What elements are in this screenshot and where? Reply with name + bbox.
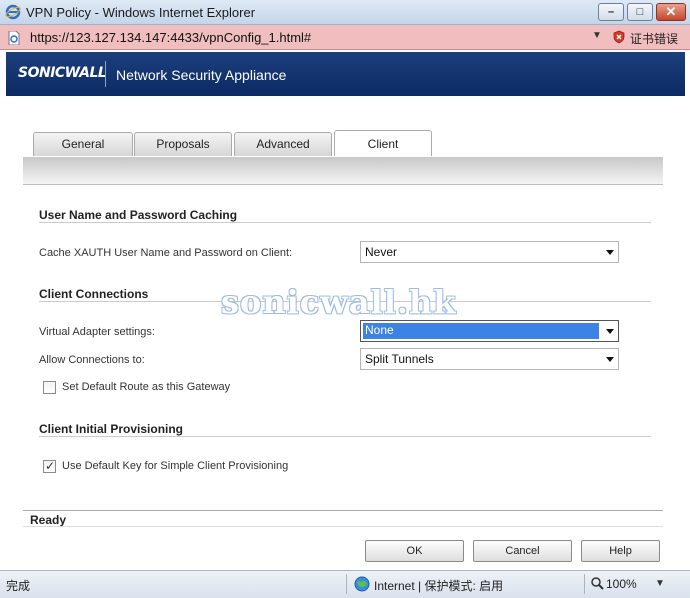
sonicwall-logo: SONICWALL <box>18 65 107 81</box>
default-route-label: Set Default Route as this Gateway <box>62 381 231 393</box>
security-zone: Internet | 保护模式: 启用 <box>374 579 504 593</box>
section-title-provisioning: Client Initial Provisioning <box>39 422 184 436</box>
page-icon <box>8 31 20 45</box>
maximize-button[interactable]: □ <box>627 3 653 21</box>
tab-general[interactable]: General <box>33 132 133 156</box>
window-title: VPN Policy - Windows Internet Explorer <box>26 5 256 20</box>
section-divider <box>39 436 651 437</box>
virtual-adapter-select[interactable]: None <box>360 320 619 342</box>
globe-icon <box>354 576 370 592</box>
section-title-connections: Client Connections <box>39 287 149 301</box>
ready-divider <box>23 510 663 511</box>
internet-explorer-icon <box>5 4 21 20</box>
zoom-level[interactable]: 100% <box>606 577 637 591</box>
cache-xauth-label: Cache XAUTH User Name and Password on Cl… <box>39 247 293 259</box>
zoom-dropdown-icon[interactable]: ▼ <box>655 578 665 589</box>
product-name: Network Security Appliance <box>116 67 287 83</box>
virtual-adapter-value: None <box>365 323 394 337</box>
app-header: SONICWALL Network Security Appliance <box>6 52 685 96</box>
close-icon: ✕ <box>665 4 677 19</box>
status-separator <box>346 574 347 594</box>
section-title-caching: User Name and Password Caching <box>39 208 238 222</box>
minimize-icon: – <box>607 6 615 18</box>
allow-connections-select[interactable]: Split Tunnels <box>360 348 619 370</box>
chevron-down-icon <box>606 357 614 362</box>
zoom-icon[interactable] <box>590 576 604 590</box>
ok-button[interactable]: OK <box>365 540 464 562</box>
browser-statusbar: 完成 Internet | 保护模式: 启用 100% ▼ <box>0 570 690 598</box>
default-route-checkbox[interactable] <box>43 381 56 394</box>
selection-highlight <box>363 323 599 339</box>
tab-client[interactable]: Client <box>334 130 432 156</box>
section-divider <box>39 222 651 223</box>
watermark: sonicwall.hk <box>221 283 457 321</box>
status-done: 完成 <box>6 579 31 593</box>
minimize-button[interactable]: – <box>598 3 624 21</box>
address-url[interactable]: https://123.127.134.147:4433/vpnConfig_1… <box>30 30 311 45</box>
tab-proposals[interactable]: Proposals <box>134 132 232 156</box>
close-button[interactable]: ✕ <box>656 3 686 21</box>
default-key-label: Use Default Key for Simple Client Provis… <box>62 460 289 472</box>
tab-band <box>23 157 663 185</box>
certificate-error-icon[interactable] <box>612 30 626 44</box>
certificate-error-label[interactable]: 证书错误 <box>630 30 678 47</box>
tab-advanced[interactable]: Advanced <box>234 132 332 156</box>
dialog-content: General Proposals Advanced Client User N… <box>6 96 685 570</box>
virtual-adapter-label: Virtual Adapter settings: <box>39 326 155 338</box>
chevron-down-icon <box>606 250 614 255</box>
status-separator <box>584 574 585 594</box>
allow-connections-value: Split Tunnels <box>365 352 434 366</box>
cache-xauth-select[interactable]: Never <box>360 241 619 263</box>
maximize-icon: □ <box>636 6 644 18</box>
ready-status: Ready <box>30 513 67 527</box>
address-dropdown-icon[interactable]: ▼ <box>592 30 602 41</box>
default-key-checkbox[interactable] <box>43 459 56 473</box>
ready-bottom-divider <box>23 526 663 527</box>
help-button[interactable]: Help <box>581 540 660 562</box>
cache-xauth-value: Never <box>365 245 398 259</box>
chevron-down-icon <box>606 329 614 334</box>
window-titlebar: VPN Policy - Windows Internet Explorer –… <box>0 0 690 25</box>
allow-connections-label: Allow Connections to: <box>39 354 145 366</box>
address-bar: https://123.127.134.147:4433/vpnConfig_1… <box>0 25 690 50</box>
cancel-button[interactable]: Cancel <box>473 540 572 562</box>
header-divider <box>105 61 106 87</box>
